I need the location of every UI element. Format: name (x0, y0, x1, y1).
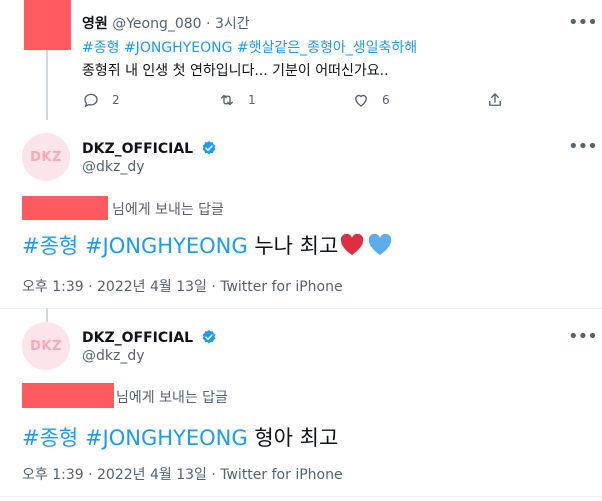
author-handle[interactable]: @dkz_dy (82, 159, 145, 175)
author-name[interactable]: DKZ_OFFICIAL (82, 330, 193, 346)
redacted-avatar (24, 0, 71, 50)
separator: · (206, 16, 211, 32)
avatar-logo-text: DKZ (30, 338, 62, 354)
retweet-icon (221, 94, 233, 106)
redacted-username (22, 196, 108, 220)
heart-emoji-icons (340, 234, 392, 256)
replying-to-label: 님에게 보내는 답글 (116, 390, 228, 406)
author-name-row: DKZ_OFFICIAL (82, 138, 217, 157)
like-count: 6 (382, 93, 390, 107)
avatar[interactable]: DKZ (22, 322, 70, 370)
tweet-hashtags: #종형 #JONGHYEONG #햇살같은_종형아_생일축하해 (82, 37, 417, 57)
hashtag-link[interactable]: #종형 (22, 426, 78, 450)
hashtag-link[interactable]: #JONGHYEONG (85, 234, 248, 258)
reply-text: #종형 #JONGHYEONG 형아 최고 (22, 422, 338, 452)
author-name[interactable]: DKZ_OFFICIAL (82, 141, 193, 157)
like-icon (355, 94, 367, 107)
reply-action[interactable]: 2 (82, 91, 120, 109)
reply-body: 형아 최고 (254, 426, 339, 450)
thread-line (46, 50, 48, 120)
tweet-timestamp[interactable]: 오후 1:39 · 2022년 4월 13일 · Twitter for iPh… (22, 276, 343, 296)
like-action[interactable]: 6 (352, 91, 390, 109)
divider (0, 496, 602, 497)
more-icon[interactable]: ••• (568, 14, 598, 32)
avatar-logo-text: DKZ (30, 149, 62, 165)
tweet-body: 종형쥐 내 인생 첫 연하입니다... 기분이 어떠신가요.. (82, 63, 389, 79)
reply-text: #종형 #JONGHYEONG 누나 최고 (22, 230, 392, 260)
author-name[interactable]: 영원 (82, 16, 108, 32)
hashtag-link[interactable]: #JONGHYEONG (85, 426, 248, 450)
author-name-row: DKZ_OFFICIAL (82, 327, 217, 346)
share-action[interactable] (486, 91, 516, 109)
reply-body: 누나 최고 (254, 234, 339, 258)
tweet-time[interactable]: 3시간 (215, 16, 250, 32)
blue-heart-icon (369, 234, 392, 255)
hashtag-link[interactable]: #종형 (22, 234, 78, 258)
replying-to-label: 님에게 보내는 답글 (112, 202, 224, 218)
avatar[interactable]: DKZ (22, 133, 70, 181)
more-icon[interactable]: ••• (568, 328, 598, 346)
thread-line (46, 308, 48, 322)
hashtag-link[interactable]: #종형 (82, 40, 120, 56)
share-icon (489, 93, 501, 106)
retweet-count: 1 (248, 93, 256, 107)
divider (0, 308, 602, 309)
author-handle[interactable]: @dkz_dy (82, 348, 145, 364)
reply-icon (84, 93, 98, 108)
reply-count: 2 (112, 93, 120, 107)
redacted-username (22, 383, 114, 408)
more-icon[interactable]: ••• (568, 138, 598, 156)
retweet-action[interactable]: 1 (218, 91, 256, 109)
author-handle[interactable]: @Yeong_080 (112, 16, 201, 32)
tweet-timestamp[interactable]: 오후 1:39 · 2022년 4월 13일 · Twitter for iPh… (22, 464, 343, 484)
verified-badge-icon (202, 141, 216, 155)
red-heart-icon (341, 234, 364, 255)
verified-badge-icon (202, 330, 216, 344)
tweet-header: 영원 @Yeong_080 · 3시간 (82, 13, 250, 33)
hashtag-link[interactable]: #햇살같은_종형아_생일축하해 (237, 40, 417, 56)
hashtag-link[interactable]: #JONGHYEONG (124, 40, 232, 56)
